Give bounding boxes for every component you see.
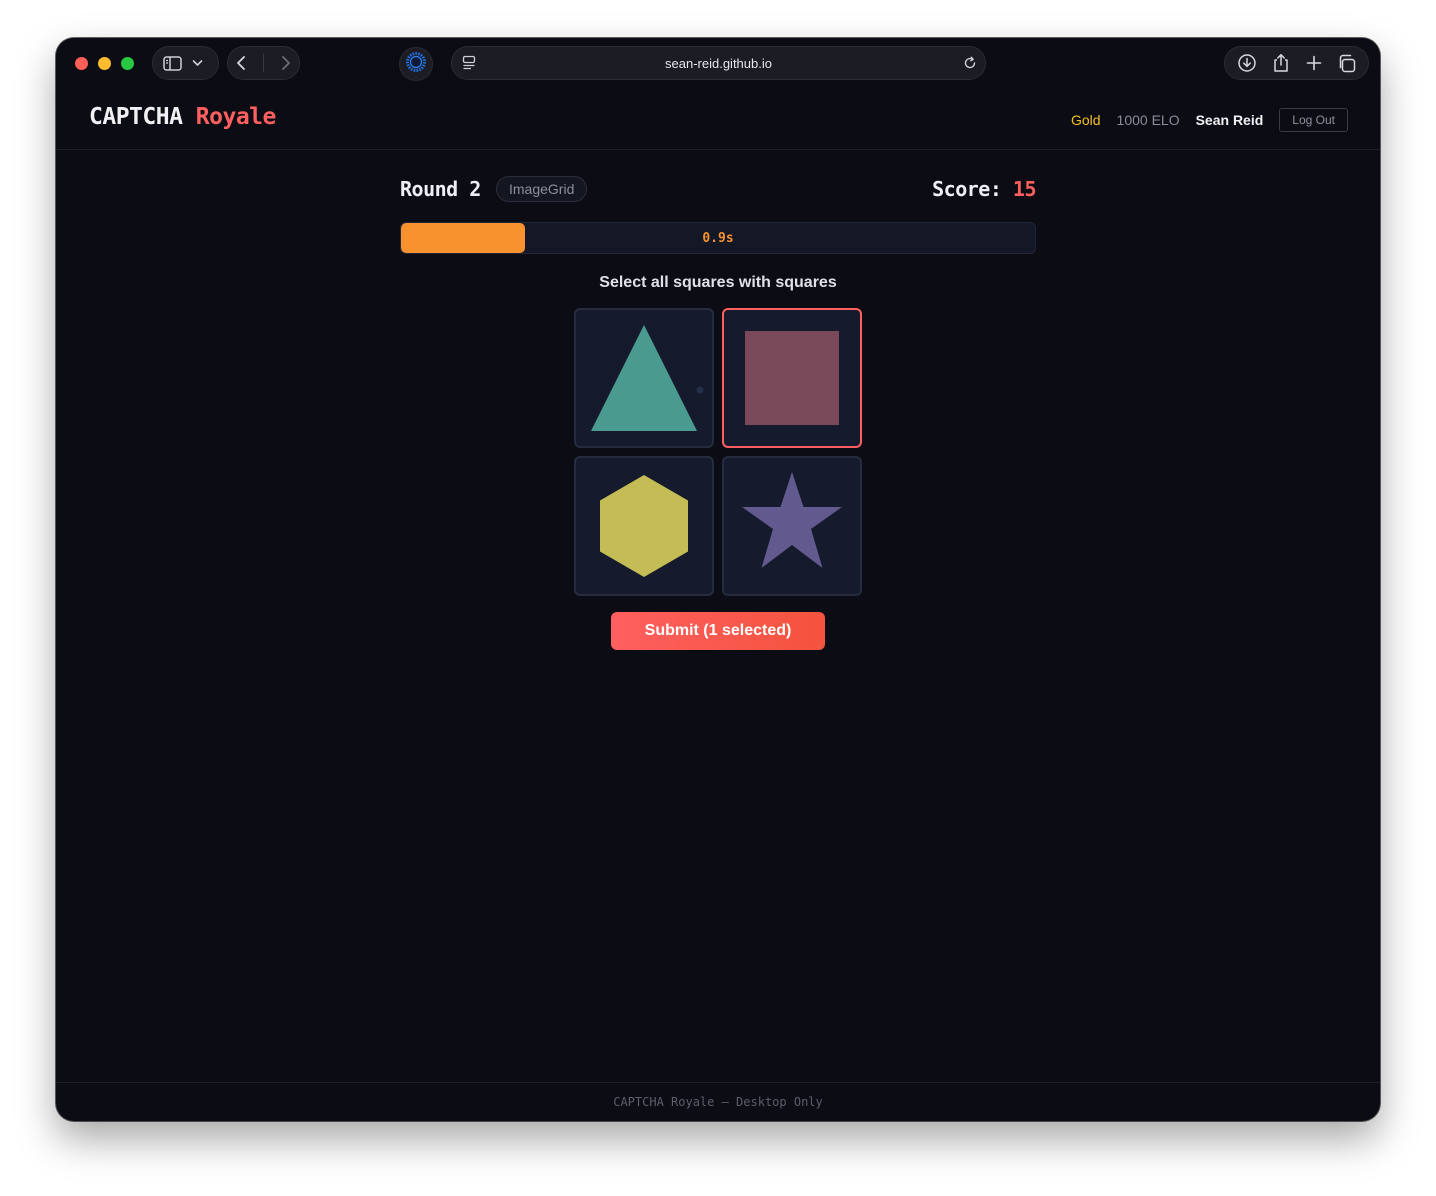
grid-tile[interactable] [722, 456, 862, 596]
hexagon-icon [600, 475, 688, 577]
toolbar-actions [1224, 46, 1369, 80]
mode-badge: ImageGrid [496, 176, 588, 202]
score-label: Score: [932, 177, 1002, 201]
sidebar-icon [163, 55, 182, 71]
logo-accent-text: Royale [195, 104, 277, 130]
timer-text: 0.9s [702, 230, 734, 246]
close-window-button[interactable] [75, 57, 88, 70]
site-header: CAPTCHA Royale Gold 1000 ELO Sean Reid L… [56, 90, 1380, 150]
square-icon [745, 331, 839, 425]
grid-tile[interactable] [574, 308, 714, 448]
browser-toolbar: sean-reid.github.io [56, 38, 1380, 90]
footer-text: CAPTCHA Royale — Desktop Only [613, 1095, 823, 1109]
tab-overview-icon[interactable] [1337, 54, 1356, 73]
nav-divider [262, 54, 264, 72]
navigation-buttons [227, 46, 300, 80]
captcha-prompt: Select all squares with squares [599, 274, 837, 291]
new-tab-icon[interactable] [1306, 55, 1322, 71]
grid-tile[interactable] [722, 308, 862, 448]
captcha-grid [574, 308, 862, 596]
site-logo[interactable]: CAPTCHA Royale [89, 104, 276, 130]
logout-button[interactable]: Log Out [1279, 108, 1348, 132]
maximize-window-button[interactable] [121, 57, 134, 70]
submit-button[interactable]: Submit (1 selected) [611, 612, 825, 650]
address-bar[interactable]: sean-reid.github.io [451, 46, 986, 80]
site-footer: CAPTCHA Royale — Desktop Only [56, 1082, 1380, 1121]
rank-badge: Gold [1070, 112, 1101, 128]
score-display: Score: 15 [932, 177, 1036, 201]
score-value: 15 [1012, 177, 1037, 201]
forward-button[interactable] [281, 55, 291, 71]
browser-window: sean-reid.github.io CAPTCHA Royale Gold … [56, 38, 1380, 1121]
back-button[interactable] [236, 55, 246, 71]
extension-button[interactable] [399, 47, 433, 81]
reload-icon[interactable] [963, 56, 977, 70]
elo-rating: 1000 ELO [1116, 112, 1180, 128]
logo-primary-text: CAPTCHA [89, 104, 183, 130]
page-settings-icon[interactable] [462, 55, 476, 71]
sidebar-toggle-button[interactable] [152, 46, 219, 80]
url-text: sean-reid.github.io [665, 55, 772, 71]
chevron-down-icon[interactable] [192, 59, 203, 67]
username: Sean Reid [1195, 112, 1264, 128]
user-info: Gold 1000 ELO Sean Reid Log Out [1071, 108, 1348, 132]
minimize-window-button[interactable] [98, 57, 111, 70]
round-info: Round 2 ImageGrid Score: 15 [400, 176, 1037, 204]
download-icon[interactable] [1237, 53, 1257, 73]
grid-tile[interactable] [574, 456, 714, 596]
extension-sun-icon [406, 51, 426, 77]
timer-bar: 0.9s [400, 222, 1036, 254]
share-icon[interactable] [1272, 53, 1290, 73]
triangle-icon [591, 325, 704, 431]
round-label: Round 2 [400, 177, 481, 201]
star-icon [742, 472, 842, 568]
